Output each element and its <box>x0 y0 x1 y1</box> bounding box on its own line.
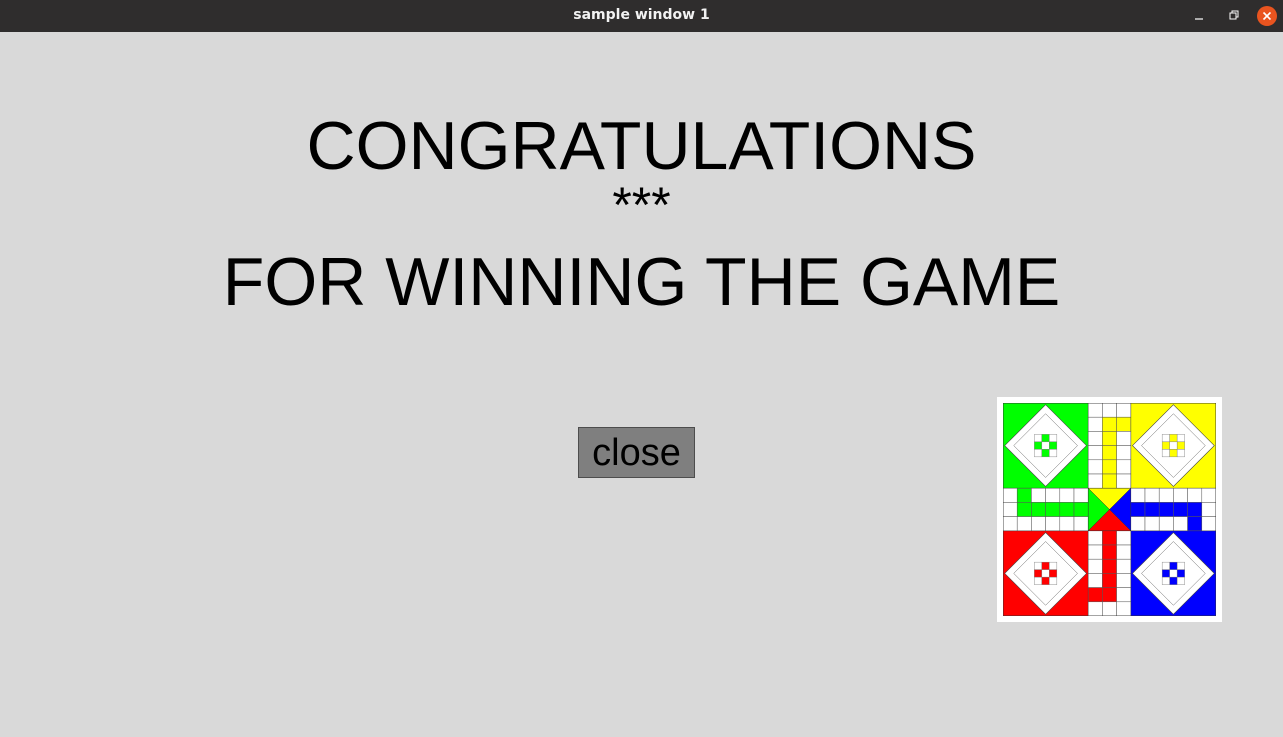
app-window: sample window 1 CONGRATULATIONS *** FOR … <box>0 0 1283 737</box>
minimize-icon <box>1195 18 1203 20</box>
maximize-button[interactable] <box>1222 5 1244 27</box>
close-icon <box>1262 11 1272 21</box>
congratulations-heading: CONGRATULATIONS <box>306 108 977 184</box>
ludo-board-image <box>997 397 1222 622</box>
content-area: CONGRATULATIONS *** FOR WINNING THE GAME… <box>0 32 1283 737</box>
winning-message: FOR WINNING THE GAME <box>222 244 1061 320</box>
close-button[interactable]: close <box>578 427 695 478</box>
ludo-board-icon <box>1003 403 1216 616</box>
maximize-icon <box>1229 10 1239 20</box>
title-bar: sample window 1 <box>0 0 1283 32</box>
close-circle <box>1257 6 1277 26</box>
window-close-button[interactable] <box>1256 5 1278 27</box>
minimize-button[interactable] <box>1188 5 1210 27</box>
stars-divider: *** <box>612 177 671 233</box>
window-title: sample window 1 <box>573 7 710 23</box>
